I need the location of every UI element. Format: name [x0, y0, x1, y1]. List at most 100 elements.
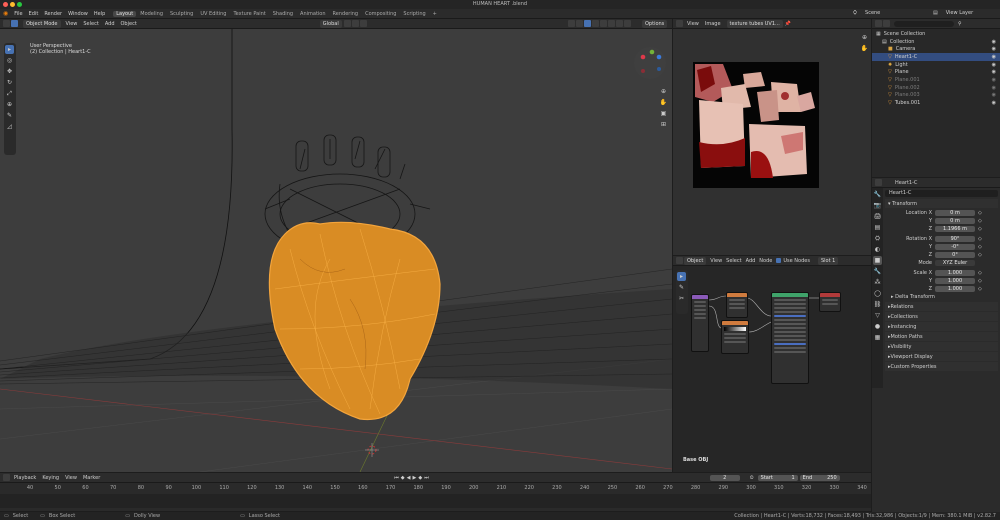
location-z-keyframe-icon[interactable]: ◇	[978, 226, 982, 232]
scene-selector[interactable]: ⛭ Scene	[850, 10, 883, 16]
scale-z-keyframe-icon[interactable]: ◇	[978, 286, 982, 292]
overlay-icon[interactable]	[583, 20, 591, 27]
properties-panel-header[interactable]: ▸ Relations	[885, 302, 998, 311]
rotation-z-field[interactable]: 0°	[935, 252, 975, 258]
visibility-eye-icon[interactable]: ◉	[992, 39, 1000, 45]
texture-tab-icon[interactable]: ▦	[873, 333, 882, 342]
scale-y-keyframe-icon[interactable]: ◇	[978, 278, 982, 284]
xray-icon[interactable]	[591, 20, 599, 27]
viewport-menu-view[interactable]: View	[63, 21, 81, 27]
view-layer-selector[interactable]: ▤ View Layer	[930, 10, 976, 16]
modifiers-tab-icon[interactable]: 🔧	[873, 267, 882, 276]
blender-logo-icon[interactable]: ◉	[0, 10, 11, 17]
outliner-item[interactable]: ▤ Collection ◉	[872, 38, 1000, 46]
viewport-menu-add[interactable]: Add	[102, 21, 118, 27]
rotation-y-field[interactable]: -0°	[935, 244, 975, 250]
timeline-menu-marker[interactable]: Marker	[80, 475, 103, 481]
rotate-tool-icon[interactable]: ↻	[5, 78, 14, 87]
material-output-node[interactable]	[819, 292, 841, 312]
transform-orientation-dropdown[interactable]: Global	[319, 19, 342, 28]
move-tool-icon[interactable]: ✥	[5, 67, 14, 76]
editor-type-icon[interactable]	[3, 20, 10, 27]
tab-scripting[interactable]: Scripting	[400, 11, 428, 17]
image-editor[interactable]: View Image texture tubes UV1... 📌 ⊕ ✋	[673, 19, 871, 255]
image-pan-icon[interactable]: ✋	[860, 44, 869, 53]
menu-file[interactable]: File	[11, 11, 25, 17]
grid-icon[interactable]: ⊞	[659, 120, 668, 129]
data-tab-icon[interactable]: ▽	[873, 311, 882, 320]
current-frame-field[interactable]: 2	[709, 474, 740, 481]
properties-panel-header[interactable]: ▸ Visibility	[885, 342, 998, 351]
location-x-keyframe-icon[interactable]: ◇	[978, 210, 982, 216]
timeline-track-area[interactable]	[0, 494, 871, 508]
rotation-z-keyframe-icon[interactable]: ◇	[978, 252, 982, 258]
outliner-item[interactable]: ▽ Plane.001 ◉	[872, 76, 1000, 84]
properties-panel-header[interactable]: ▸ Collections	[885, 312, 998, 321]
menu-help[interactable]: Help	[91, 11, 108, 17]
world-tab-icon[interactable]: ◐	[873, 245, 882, 254]
shader-node-editor[interactable]: Object View Select Add Node Use Nodes Sl…	[673, 256, 871, 472]
constraints-tab-icon[interactable]: ⛓	[873, 300, 882, 309]
timeline-menu-keying[interactable]: Keying	[39, 475, 62, 481]
tab-texture-paint[interactable]: Texture Paint	[230, 11, 268, 17]
tab-modeling[interactable]: Modeling	[137, 11, 166, 17]
select-box-tool-icon[interactable]: ▸	[5, 45, 14, 54]
rotation-y-keyframe-icon[interactable]: ◇	[978, 244, 982, 250]
visibility-eye-icon[interactable]: ◉	[992, 92, 1000, 98]
scale-tool-icon[interactable]: ⤢	[5, 89, 14, 98]
filter-icon[interactable]: ⚲	[958, 21, 962, 27]
proportional-edit-icon[interactable]	[359, 20, 367, 27]
viewport-menu-select[interactable]: Select	[80, 21, 101, 27]
outliner-item[interactable]: ■ Camera ◉	[872, 45, 1000, 53]
physics-tab-icon[interactable]: ◯	[873, 289, 882, 298]
visibility-eye-icon[interactable]: ◉	[992, 69, 1000, 75]
image-texture-node[interactable]	[726, 292, 748, 318]
object-name-field[interactable]: Heart1-C	[885, 190, 998, 197]
rotation-mode-dropdown[interactable]: XYZ Euler	[935, 260, 975, 266]
visibility-icon[interactable]	[567, 20, 575, 27]
properties-panel-header[interactable]: ▸ Instancing	[885, 322, 998, 331]
jump-end-icon[interactable]: ⏭	[423, 475, 430, 481]
uv-texture-image[interactable]	[693, 62, 819, 188]
visibility-eye-icon[interactable]: ◉	[992, 100, 1000, 106]
image-menu-image[interactable]: Image	[702, 21, 724, 27]
tab-sculpting[interactable]: Sculpting	[167, 11, 196, 17]
select-mode-icon[interactable]	[11, 20, 18, 27]
menu-render[interactable]: Render	[41, 11, 65, 17]
image-name-field[interactable]: texture tubes UV1...	[726, 19, 783, 28]
camera-view-icon[interactable]: ▣	[659, 109, 668, 118]
shading-wireframe-icon[interactable]	[599, 20, 607, 27]
menu-window[interactable]: Window	[65, 11, 91, 17]
transform-tool-icon[interactable]: ⊕	[5, 100, 14, 109]
scene-tab-icon[interactable]: ⛭	[873, 234, 882, 243]
material-tab-icon[interactable]: ●	[873, 322, 882, 331]
outliner-item[interactable]: ▽ Plane.003 ◉	[872, 92, 1000, 100]
view-layer-tab-icon[interactable]: ▤	[873, 223, 882, 232]
location-y-keyframe-icon[interactable]: ◇	[978, 218, 982, 224]
properties-panel-header[interactable]: ▸ Viewport Display	[885, 352, 998, 361]
start-frame-field[interactable]: Start 1	[757, 474, 798, 481]
gizmo-icon[interactable]	[575, 20, 583, 27]
display-mode-icon[interactable]	[883, 20, 890, 27]
outliner-search-input[interactable]	[894, 20, 954, 27]
location-x-field[interactable]: 0 m	[935, 210, 975, 216]
pan-hand-icon[interactable]: ✋	[659, 98, 668, 107]
outliner-item[interactable]: ▽ Plane ◉	[872, 68, 1000, 76]
texture-coordinate-node[interactable]	[691, 294, 709, 352]
scale-z-field[interactable]: 1.000	[935, 286, 975, 292]
rotation-x-field[interactable]: 90°	[935, 236, 975, 242]
tab-layout[interactable]: Layout	[113, 10, 137, 17]
tab-rendering[interactable]: Rendering	[330, 11, 362, 17]
location-z-field[interactable]: 1.1966 m	[935, 226, 975, 232]
measure-tool-icon[interactable]: ◿	[5, 122, 14, 131]
tab-uv-editing[interactable]: UV Editing	[197, 11, 229, 17]
end-frame-field[interactable]: End 250	[799, 474, 840, 481]
viewport-menu-object[interactable]: Object	[118, 21, 140, 27]
snap-icon[interactable]	[351, 20, 359, 27]
preview-range-icon[interactable]: ⏲	[750, 475, 754, 481]
transform-panel-header[interactable]: ▾ Transform	[885, 199, 998, 208]
visibility-eye-icon[interactable]: ◉	[992, 85, 1000, 91]
options-dropdown[interactable]: Options	[642, 20, 668, 28]
properties-editor[interactable]: Heart1-C 🔧 📷 🖨 ▤ ⛭ ◐ ■ 🔧 ⁂ ◯ ⛓ ▽ ● ▦ Hea…	[872, 178, 1000, 512]
timeline-menu-view[interactable]: View	[62, 475, 80, 481]
